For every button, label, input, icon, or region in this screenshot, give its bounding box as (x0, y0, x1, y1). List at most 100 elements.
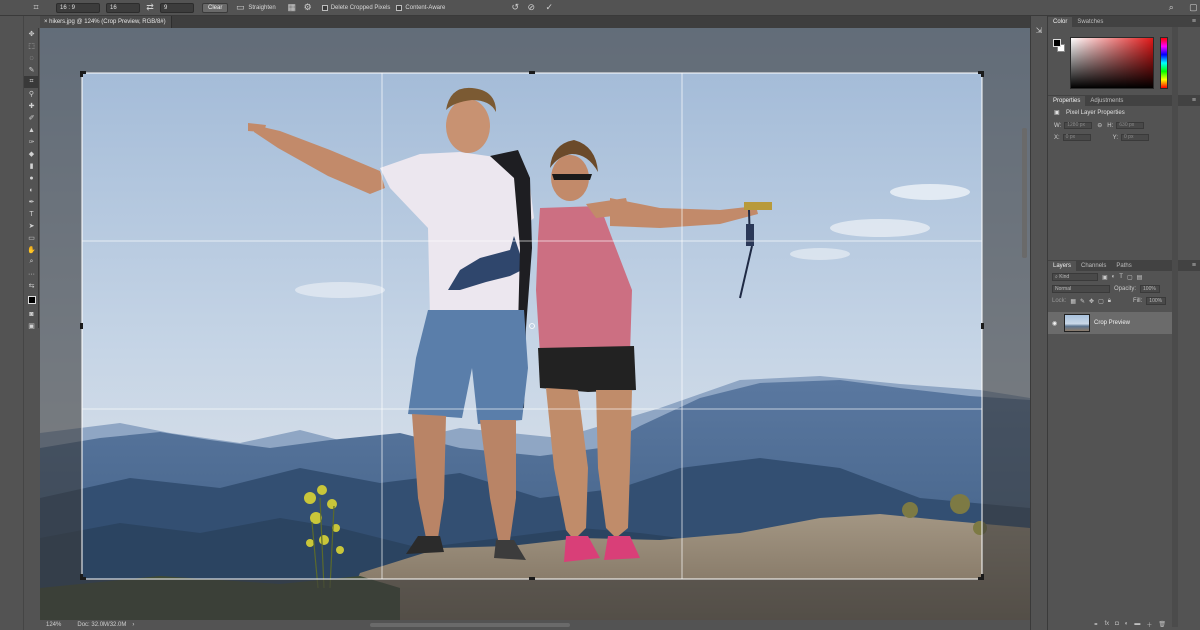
photo-canvas[interactable] (40, 28, 1030, 620)
pen-tool-icon[interactable]: ✒ (24, 196, 39, 208)
width-field[interactable]: 16 (106, 2, 140, 13)
filter-pixel-icon[interactable]: ▣ (1102, 274, 1108, 281)
horizontal-scrollbar[interactable] (370, 623, 570, 627)
panel-menu-icon[interactable]: ≡ (1192, 261, 1200, 271)
height-field[interactable]: 9 (160, 2, 194, 13)
color-picker-field[interactable] (1070, 37, 1154, 89)
link-icon[interactable]: ⊖ (1097, 122, 1102, 129)
clone-stamp-icon[interactable]: ▲ (24, 124, 39, 136)
search-icon[interactable]: ⌕ (1165, 2, 1177, 14)
fx-icon[interactable]: fx (1104, 621, 1109, 627)
group-icon[interactable]: ▬ (1134, 621, 1140, 627)
brush-tool-icon[interactable]: ✐ (24, 112, 39, 124)
blur-icon[interactable]: ● (24, 172, 39, 184)
layer-thumbnail (1064, 314, 1090, 332)
grid-overlay-icon[interactable]: ▦ (286, 2, 298, 14)
panel-scrollbar[interactable] (1172, 27, 1178, 627)
adjustment-icon[interactable]: ◐ (1125, 621, 1129, 627)
type-tool-icon[interactable]: T (24, 208, 39, 220)
color-panel-tabs: Color Swatches ≡ (1048, 16, 1200, 27)
color-swatches-icon[interactable] (24, 292, 39, 308)
swap-icon[interactable]: ⇄ (144, 2, 156, 14)
hand-tool-icon[interactable]: ✋ (24, 244, 39, 256)
tab-properties[interactable]: Properties (1048, 96, 1086, 106)
zoom-level[interactable]: 124% (46, 622, 61, 628)
blend-mode-select[interactable]: Normal (1052, 285, 1110, 293)
quick-mask-icon[interactable]: ◙ (24, 308, 39, 320)
zoom-tool-icon[interactable]: ⌕ (24, 256, 39, 268)
y-field[interactable]: 0 px (1121, 134, 1150, 141)
workspace-icon[interactable]: ▢ (1187, 2, 1199, 14)
lock-all-icon[interactable]: 🔒︎ (1108, 298, 1111, 305)
status-arrow-icon[interactable]: › (132, 622, 134, 628)
commit-check-icon[interactable]: ✓ (543, 2, 555, 14)
eye-icon[interactable]: ◉ (1052, 320, 1057, 327)
x-field[interactable]: 0 px (1062, 134, 1091, 141)
document-title: hikers.jpg @ 124% (Crop Preview, RGB/8#) (49, 19, 166, 25)
clear-button[interactable]: Clear (202, 2, 229, 13)
history-panel-icon[interactable]: ⇲ (1031, 26, 1047, 35)
layer-name[interactable]: Crop Preview (1094, 320, 1130, 326)
history-brush-icon[interactable]: ✑ (24, 136, 39, 148)
filter-adjust-icon[interactable]: ◐ (1112, 274, 1116, 280)
dodge-icon[interactable]: ◐ (24, 184, 39, 196)
lock-position-icon[interactable]: ✥ (1089, 298, 1094, 305)
layer-row[interactable]: ◉ Crop Preview (1048, 312, 1172, 334)
lasso-tool-icon[interactable]: ◌ (24, 52, 39, 64)
canvas-area[interactable] (40, 28, 1030, 620)
tab-color[interactable]: Color (1048, 17, 1073, 27)
lock-paint-icon[interactable]: ✎ (1080, 298, 1085, 305)
cancel-icon[interactable]: ⊘ (525, 2, 537, 14)
quick-select-icon[interactable]: ✎ (24, 64, 39, 76)
vertical-scrollbar[interactable] (1022, 128, 1027, 258)
crop-tool-icon[interactable]: ⌗ (24, 76, 39, 88)
w-field[interactable]: 1280 px (1064, 122, 1093, 129)
shape-tool-icon[interactable]: ▭ (24, 232, 39, 244)
straighten-label[interactable]: Straighten (248, 5, 275, 11)
y-label: Y: (1112, 134, 1119, 141)
healing-brush-icon[interactable]: ✚ (24, 100, 39, 112)
eyedropper-icon[interactable]: ⚲ (24, 88, 39, 100)
reset-icon[interactable]: ↺ (509, 2, 521, 14)
new-layer-icon[interactable]: ＋ (1146, 620, 1152, 629)
kind-filter[interactable]: ⌕ Kind (1052, 273, 1098, 281)
filter-shape-icon[interactable]: ▢ (1127, 274, 1133, 281)
crop-tool-icon[interactable]: ⌗ (30, 2, 42, 14)
eraser-icon[interactable]: ◆ (24, 148, 39, 160)
filter-smart-icon[interactable]: ▤ (1137, 274, 1143, 281)
fill-field[interactable]: 100% (1146, 297, 1167, 305)
tab-channels[interactable]: Channels (1076, 261, 1111, 271)
more-tools-icon[interactable]: ··· (24, 268, 39, 280)
lock-pixels-icon[interactable]: ▦ (1070, 298, 1076, 305)
swap-colors-icon[interactable]: ⇆ (24, 280, 39, 292)
h-label: H: (1107, 122, 1114, 129)
tab-swatches[interactable]: Swatches (1072, 17, 1108, 27)
lock-artboard-icon[interactable]: ▢ (1098, 298, 1104, 305)
tab-adjustments[interactable]: Adjustments (1085, 96, 1128, 106)
mask-icon[interactable]: ◘ (1115, 621, 1119, 627)
foreground-color-swatch-top[interactable] (1053, 39, 1061, 47)
w-label: W: (1054, 122, 1062, 129)
hue-slider[interactable] (1160, 37, 1168, 89)
trash-icon[interactable]: 🗑︎ (1158, 621, 1166, 628)
link-icon[interactable]: ⚭ (1093, 621, 1098, 628)
panel-menu-icon[interactable]: ≡ (1192, 17, 1200, 27)
panel-menu-icon[interactable]: ≡ (1192, 96, 1200, 106)
move-tool-icon[interactable]: ✥ (24, 28, 39, 40)
ratio-select[interactable]: 16 : 9 (56, 2, 100, 13)
settings-gear-icon[interactable]: ⚙ (302, 2, 314, 14)
h-field[interactable]: 630 px (1116, 122, 1145, 129)
gradient-icon[interactable]: ▮ (24, 160, 39, 172)
tab-paths[interactable]: Paths (1111, 261, 1136, 271)
screen-mode-icon[interactable]: ▣ (24, 320, 39, 332)
x-label: X: (1054, 134, 1060, 141)
straighten-icon[interactable]: ▭ (234, 2, 246, 14)
content-aware-checkbox[interactable] (396, 4, 403, 11)
document-tab[interactable]: × hikers.jpg @ 124% (Crop Preview, RGB/8… (40, 16, 172, 28)
tab-layers[interactable]: Layers (1048, 261, 1077, 271)
opacity-field[interactable]: 100% (1140, 285, 1161, 293)
marquee-tool-icon[interactable]: ⬚ (24, 40, 39, 52)
path-select-icon[interactable]: ➤ (24, 220, 39, 232)
filter-type-icon[interactable]: T (1119, 274, 1123, 280)
delete-cropped-checkbox[interactable] (321, 4, 328, 11)
